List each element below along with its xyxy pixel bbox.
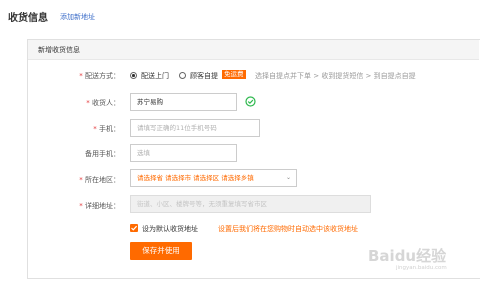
alt-phone-placeholder: 选填: [137, 149, 150, 157]
pickup-label: 顾客自提: [190, 72, 218, 80]
free-shipping-badge: 免运费: [222, 70, 246, 79]
region-label: * 所在地区：: [79, 176, 120, 184]
watermark-url: jingyan.baidu.com: [396, 265, 447, 271]
phone-label: * 手机：: [93, 125, 120, 133]
chevron-down-icon: ⌄: [285, 174, 291, 181]
address-input[interactable]: 街道、小区、楼牌号等，无须重复填写省市区: [130, 195, 371, 213]
default-address-checkbox[interactable]: [130, 224, 138, 232]
panel-title: 新增收货信息: [38, 46, 80, 54]
delivery-label: * 配送方式：: [79, 72, 120, 80]
pickup-radio[interactable]: [179, 72, 186, 79]
pickup-steps-note: 选择自提点并下单 > 收到提货短信 > 到自提点自提: [255, 72, 416, 80]
add-address-link[interactable]: 添加新地址: [60, 12, 95, 22]
home-delivery-radio[interactable]: [130, 72, 137, 79]
page-title: 收货信息: [8, 13, 48, 24]
default-address-label: 设为默认收货地址: [142, 225, 198, 233]
alt-phone-label: 备用手机：: [85, 150, 120, 158]
phone-input[interactable]: 请填写正确的11位手机号码: [130, 119, 260, 137]
panel-header: [28, 40, 479, 60]
watermark-logo: Baidu经验: [368, 247, 447, 265]
region-select[interactable]: 请选择省 请选择市 请选择区 请选择乡镇 ⌄: [130, 169, 297, 187]
save-and-use-button[interactable]: 保存并使用: [130, 242, 192, 260]
alt-phone-input[interactable]: 选填: [130, 144, 237, 162]
default-address-hint: 设置后我们将在您购物时自动选中该收货地址: [218, 225, 358, 233]
recipient-input[interactable]: 苏宁易购: [130, 93, 237, 111]
address-placeholder: 街道、小区、楼牌号等，无须重复填写省市区: [137, 200, 267, 208]
province-select[interactable]: 请选择省: [137, 174, 163, 182]
city-select[interactable]: 请选择市: [165, 174, 191, 182]
recipient-label: * 收货人：: [86, 99, 120, 107]
check-ok-icon: [245, 96, 256, 107]
home-delivery-label: 配送上门: [141, 72, 169, 80]
district-select[interactable]: 请选择区: [193, 174, 219, 182]
phone-placeholder: 请填写正确的11位手机号码: [137, 124, 217, 132]
town-select[interactable]: 请选择乡镇: [221, 174, 254, 182]
address-label: * 详细地址：: [79, 202, 120, 210]
recipient-value: 苏宁易购: [137, 98, 163, 106]
